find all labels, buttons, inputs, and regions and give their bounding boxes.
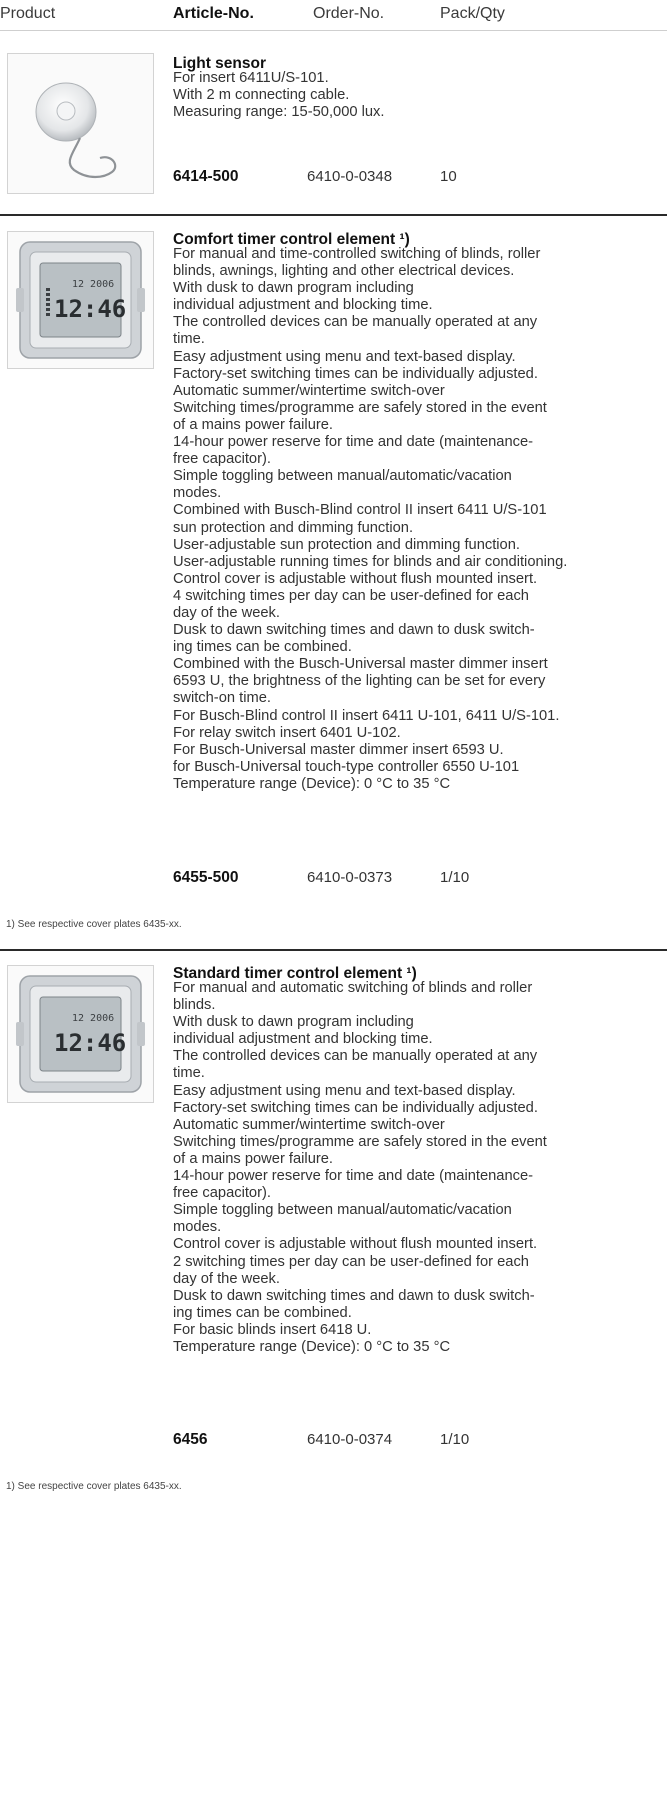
- description-line: For Busch-Universal master dimmer insert…: [173, 741, 504, 758]
- timer-display-icon: 12 2006 12:46: [7, 965, 154, 1103]
- description-line: User-adjustable sun protection and dimmi…: [173, 536, 520, 553]
- product-description: For insert 6411U/S-101. With 2 m connect…: [173, 70, 667, 121]
- description-line: Simple toggling between manual/automatic…: [173, 1202, 512, 1219]
- description-line: of a mains power failure.: [173, 416, 334, 433]
- description-line: 2 switching times per day can be user-de…: [173, 1253, 529, 1270]
- footnote: 1) See respective cover plates 6435-xx.: [6, 919, 182, 930]
- description-line: time.: [173, 1065, 205, 1082]
- description-line: For manual and time-controlled switching…: [173, 246, 541, 262]
- description-line: sun protection and dimming function.: [173, 519, 414, 536]
- pack-quantity: 1/10: [440, 869, 470, 886]
- pack-quantity: 1/10: [440, 1431, 470, 1448]
- description-line: 14-hour power reserve for time and date …: [173, 1168, 534, 1185]
- description-line: free capacitor).: [173, 1185, 271, 1202]
- description-line: Temperature range (Device): 0 °C to 35 °…: [173, 1338, 451, 1355]
- description-line: ing times can be combined.: [173, 639, 352, 656]
- light-sensor-icon: [7, 53, 154, 194]
- description-line: For relay switch insert 6401 U-102.: [173, 724, 401, 741]
- display-date: 12 2006: [72, 279, 114, 290]
- section-divider: [0, 214, 667, 216]
- description-line: free capacitor).: [173, 451, 271, 468]
- description-line: The controlled devices can be manually o…: [173, 1048, 538, 1065]
- description-line: 14-hour power reserve for time and date …: [173, 434, 534, 451]
- description-line: modes.: [173, 485, 222, 502]
- display-date: 12 2006: [72, 1013, 114, 1024]
- description-line: For basic blinds insert 6418 U.: [173, 1321, 372, 1338]
- display-time: 12:46: [54, 295, 126, 323]
- description-line: blinds, awnings, lighting and other elec…: [173, 263, 515, 280]
- description-line: individual adjustment and blocking time.: [173, 1031, 433, 1048]
- description-line: Switching times/programme are safely sto…: [173, 399, 547, 416]
- pack-quantity: 10: [440, 168, 457, 185]
- table-header: Product Article-No. Order-No. Pack/Qty: [0, 0, 667, 31]
- order-number: 6410-0-0373: [307, 869, 393, 886]
- footnote: 1) See respective cover plates 6435-xx.: [6, 1481, 182, 1492]
- order-number: 6410-0-0374: [307, 1431, 393, 1448]
- description-line: For Busch-Blind control II insert 6411 U…: [173, 707, 560, 724]
- description-line: of a mains power failure.: [173, 1150, 334, 1167]
- description-line: Automatic summer/wintertime switch-over: [173, 1116, 445, 1133]
- description-line: With 2 m connecting cable.: [173, 87, 350, 104]
- description-line: With dusk to dawn program including: [173, 1014, 414, 1031]
- order-number: 6410-0-0348: [307, 168, 393, 185]
- description-line: Control cover is adjustable without flus…: [173, 570, 538, 587]
- description-line: Control cover is adjustable without flus…: [173, 1236, 538, 1253]
- description-line: Temperature range (Device): 0 °C to 35 °…: [173, 775, 451, 792]
- description-line: Easy adjustment using menu and text-base…: [173, 348, 516, 365]
- description-line: The controlled devices can be manually o…: [173, 314, 538, 331]
- description-line: Dusk to dawn switching times and dawn to…: [173, 1287, 535, 1304]
- header-product: Product: [0, 5, 56, 22]
- article-number: 6456: [173, 1431, 208, 1448]
- article-number: 6414-500: [173, 168, 239, 185]
- header-article-no: Article-No.: [173, 5, 254, 22]
- description-line: Easy adjustment using menu and text-base…: [173, 1082, 516, 1099]
- description-line: Dusk to dawn switching times and dawn to…: [173, 622, 535, 639]
- description-line: individual adjustment and blocking time.: [173, 297, 433, 314]
- description-line: day of the week.: [173, 1270, 280, 1287]
- product-description: For manual and automatic switching of bl…: [173, 980, 667, 1356]
- description-line: Automatic summer/wintertime switch-over: [173, 382, 445, 399]
- description-line: User-adjustable running times for blinds…: [173, 553, 568, 570]
- header-pack-qty: Pack/Qty: [440, 5, 505, 22]
- description-line: Simple toggling between manual/automatic…: [173, 468, 512, 485]
- description-line: switch-on time.: [173, 690, 271, 707]
- section-divider: [0, 949, 667, 951]
- description-line: Measuring range: 15-50,000 lux.: [173, 104, 385, 121]
- description-line: 4 switching times per day can be user-de…: [173, 587, 529, 604]
- description-line: Factory-set switching times can be indiv…: [173, 365, 538, 382]
- description-line: Factory-set switching times can be indiv…: [173, 1099, 538, 1116]
- timer-display-icon: 12 2006 12:46: [7, 231, 154, 369]
- description-line: With dusk to dawn program including: [173, 280, 414, 297]
- description-line: For insert 6411U/S-101.: [173, 70, 329, 86]
- article-number: 6455-500: [173, 869, 239, 886]
- description-line: day of the week.: [173, 604, 280, 621]
- description-line: For manual and automatic switching of bl…: [173, 980, 533, 996]
- description-line: ing times can be combined.: [173, 1304, 352, 1321]
- display-time: 12:46: [54, 1029, 126, 1057]
- product-description: For manual and time-controlled switching…: [173, 246, 667, 793]
- description-line: Switching times/programme are safely sto…: [173, 1133, 547, 1150]
- description-line: blinds.: [173, 997, 216, 1014]
- description-line: modes.: [173, 1219, 222, 1236]
- description-line: time.: [173, 331, 205, 348]
- description-line: for Busch-Universal touch-type controlle…: [173, 758, 520, 775]
- header-order-no: Order-No.: [313, 5, 385, 22]
- description-line: 6593 U, the brightness of the lighting c…: [173, 673, 546, 690]
- description-line: Combined with Busch-Blind control II ins…: [173, 502, 547, 519]
- description-line: Combined with the Busch-Universal master…: [173, 656, 548, 673]
